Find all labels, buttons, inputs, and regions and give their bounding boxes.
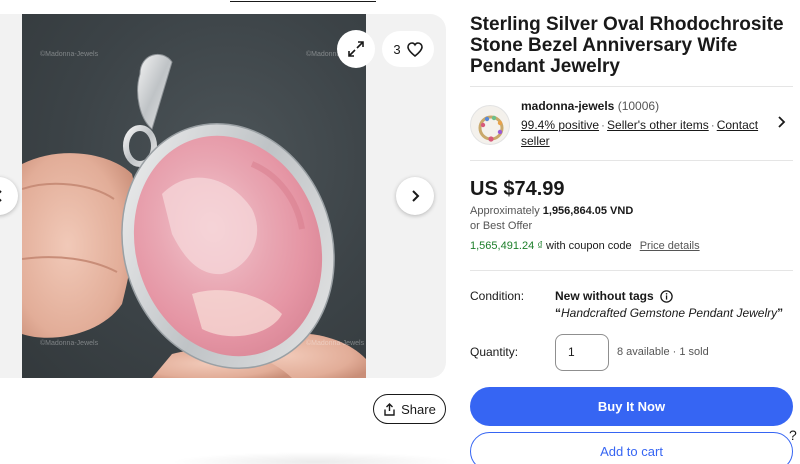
item-price: US $74.99 <box>470 178 565 200</box>
bottom-shadow <box>170 452 460 464</box>
approximate-price: Approximately 1,956,864.05 VND <box>470 205 633 217</box>
previous-image-button[interactable] <box>0 177 18 215</box>
seller-avatar[interactable] <box>470 105 510 145</box>
seller-logo-image <box>478 115 504 142</box>
coupon-text: with coupon code <box>546 240 632 252</box>
seller-other-items-link[interactable]: Seller's other items <box>607 118 709 132</box>
seller-feedback-score: (10006) <box>617 99 660 113</box>
condition-label: Condition: <box>470 289 525 303</box>
quantity-label: Quantity: <box>470 345 519 359</box>
listing-page: ©Madonna-Jewels ©Madonna-Jewels ©Madonna… <box>0 0 800 464</box>
condition-quote: Handcrafted Gemstone Pendant Jewelry <box>561 306 778 320</box>
coupon-line: 1,565,491.24 ₫ with coupon code Price de… <box>470 240 700 252</box>
seller-name-row: madonna-jewels (10006) <box>521 99 659 113</box>
pendant-illustration <box>22 53 366 378</box>
best-offer-text: or Best Offer <box>470 220 533 232</box>
divider <box>470 86 793 87</box>
share-button[interactable]: Share <box>373 394 446 424</box>
coupon-amount: 1,565,491.24 ₫ <box>470 240 543 252</box>
divider <box>470 270 793 271</box>
expand-image-button[interactable] <box>337 30 375 68</box>
seller-positive-link[interactable]: 99.4% positive <box>521 118 599 132</box>
seller-links: 99.4% positive · Seller's other items · Cont… <box>521 117 766 149</box>
watermark-text: ©Madonna-Jewels <box>40 51 99 58</box>
next-image-button[interactable] <box>396 177 434 215</box>
share-icon <box>384 402 395 416</box>
expand-icon <box>348 41 364 57</box>
add-to-cart-button[interactable]: Add to cart <box>470 432 793 464</box>
chevron-left-icon <box>0 190 2 202</box>
image-gallery: ©Madonna-Jewels ©Madonna-Jewels ©Madonna… <box>0 14 446 378</box>
chevron-right-icon <box>778 116 786 128</box>
quantity-availability: 8 available · 1 sold <box>617 346 709 358</box>
condition-value: New without tags <box>555 289 654 303</box>
price-details-link[interactable]: Price details <box>640 240 700 252</box>
condition-description: “Handcrafted Gemstone Pendant Jewelry” <box>555 306 783 320</box>
chevron-right-icon <box>412 190 420 202</box>
seller-name[interactable]: madonna-jewels <box>521 99 614 113</box>
help-button[interactable]: ? <box>789 427 797 443</box>
approx-prefix: Approximately <box>470 205 540 217</box>
buy-it-now-button[interactable]: Buy It Now <box>470 387 793 426</box>
watermark-text: ©Madonna-Jewels <box>306 340 365 347</box>
separator: · <box>710 118 715 132</box>
watermark-text: ©Madonna-Jewels <box>40 340 99 347</box>
approx-value: 1,956,864.05 VND <box>542 205 634 217</box>
quote-close: ” <box>777 306 784 320</box>
info-icon[interactable] <box>659 289 673 303</box>
product-photo[interactable]: ©Madonna-Jewels ©Madonna-Jewels ©Madonna… <box>22 14 366 378</box>
condition-value-row: New without tags <box>555 289 673 303</box>
watch-count: 3 <box>393 41 401 57</box>
top-link-underline[interactable] <box>230 0 376 2</box>
divider <box>470 160 793 161</box>
watch-button[interactable]: 3 <box>382 31 434 67</box>
separator: · <box>601 118 606 132</box>
quantity-input[interactable]: 1 <box>555 334 609 371</box>
seller-expand-button[interactable] <box>776 115 788 134</box>
listing-title: Sterling Silver Oval Rhodochrosite Stone… <box>470 14 784 77</box>
share-label: Share <box>401 401 436 417</box>
heart-icon <box>406 41 423 57</box>
